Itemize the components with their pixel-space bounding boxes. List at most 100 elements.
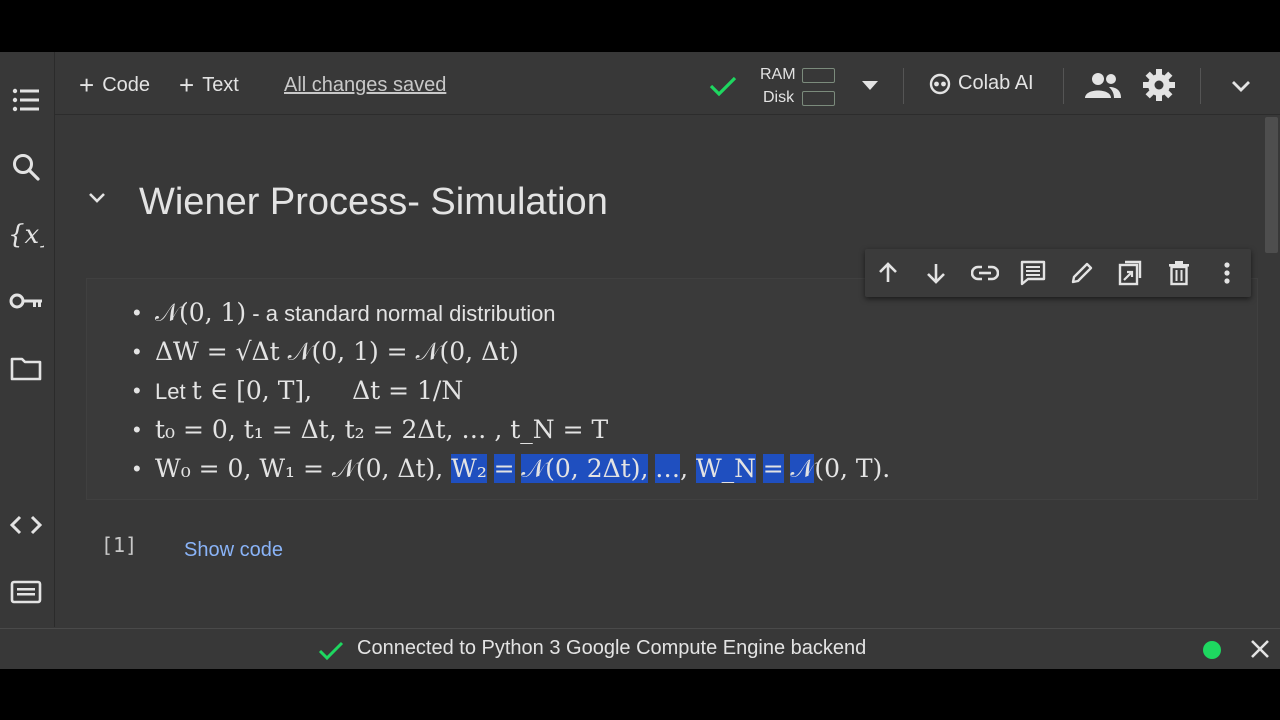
- edit-cell-button[interactable]: [1066, 257, 1098, 289]
- terminal-button[interactable]: [8, 574, 44, 610]
- math-time-domain: t ∈ [0, T],: [191, 376, 313, 405]
- colab-ai-icon: [929, 73, 951, 94]
- close-icon: [1251, 640, 1269, 658]
- ram-bar: [802, 68, 835, 83]
- variables-button[interactable]: {x}: [8, 216, 44, 252]
- files-button[interactable]: [8, 350, 44, 386]
- people-icon: [1085, 73, 1121, 98]
- disk-label: Disk: [763, 89, 795, 106]
- chevron-down-icon: [89, 193, 105, 203]
- list-item: t₀ = 0, t₁ = Δt, t₂ = 2Δt, … , t_N = T: [133, 410, 890, 449]
- save-status-link[interactable]: All changes saved: [284, 74, 446, 97]
- list-item: ΔW = √Δt 𝒩(0, 1) = 𝒩(0, Δt): [133, 332, 890, 371]
- plus-icon: +: [79, 70, 95, 100]
- left-sidebar: {x}: [0, 52, 55, 627]
- notebook-body: Wiener Process- Simulation 𝒩(0, 1) - a s…: [55, 115, 1263, 627]
- code-snippets-button[interactable]: [8, 507, 44, 543]
- check-icon: [318, 641, 344, 661]
- move-cell-down-button[interactable]: [920, 257, 952, 289]
- add-code-label: Code: [102, 73, 150, 96]
- connected-check: [708, 72, 738, 100]
- runtime-dropdown-button[interactable]: [857, 74, 883, 98]
- section-collapse-button[interactable]: [87, 191, 107, 210]
- show-code-link[interactable]: Show code: [184, 539, 283, 562]
- list-item: W₀ = 0, W₁ = 𝒩(0, Δt), W₂ = 𝒩(0, 2Δt), ……: [133, 449, 891, 488]
- bullet-text: Let: [155, 379, 192, 404]
- delete-cell-button[interactable]: [1163, 257, 1195, 289]
- colab-ai-label: Colab AI: [958, 72, 1034, 94]
- more-actions-button[interactable]: [1211, 257, 1243, 289]
- selected-text: W₂: [451, 454, 487, 483]
- disk-bar: [802, 91, 835, 106]
- notebook-scrollbar[interactable]: [1263, 115, 1280, 627]
- mirror-cell-button[interactable]: [1114, 257, 1146, 289]
- math-time-grid: t₀ = 0, t₁ = Δt, t₂ = 2Δt, … , t_N = T: [155, 415, 609, 444]
- folder-icon: [10, 357, 42, 381]
- math-separator: ,: [680, 454, 696, 483]
- chevron-down-icon: [1232, 81, 1250, 92]
- code-snippets-icon: [10, 515, 42, 535]
- section-heading: Wiener Process- Simulation: [139, 181, 608, 223]
- share-button[interactable]: [1083, 69, 1123, 101]
- mirror-cell-icon: [1118, 260, 1142, 286]
- selected-text: W_N: [695, 454, 757, 483]
- execution-count: [1]: [101, 533, 138, 557]
- list-item: 𝒩(0, 1) - a standard normal distribution: [133, 293, 890, 332]
- search-icon: [13, 154, 40, 181]
- add-text-label: Text: [202, 73, 239, 96]
- settings-button[interactable]: [1142, 68, 1176, 102]
- move-cell-up-button[interactable]: [872, 257, 904, 289]
- secrets-button[interactable]: [8, 283, 44, 319]
- pencil-icon: [1071, 262, 1093, 284]
- more-vert-icon: [1224, 262, 1230, 284]
- copy-link-button[interactable]: [969, 257, 1001, 289]
- check-icon: [709, 76, 737, 97]
- colab-ai-button[interactable]: Colab AI: [929, 72, 1034, 95]
- selected-text: 𝒩(0, 2Δt),: [521, 454, 649, 483]
- scrollbar-thumb[interactable]: [1265, 117, 1278, 253]
- bullet-list: 𝒩(0, 1) - a standard normal distribution…: [133, 293, 891, 488]
- math-normal-dist: 𝒩(0, 1): [155, 298, 247, 327]
- selected-text: 𝒩: [790, 454, 815, 483]
- notebook-toolbar: + Code + Text All changes saved RAM Disk: [55, 52, 1280, 115]
- link-icon: [971, 265, 999, 281]
- table-of-contents-button[interactable]: [8, 82, 44, 118]
- colab-window: {x}: [0, 52, 1280, 669]
- selected-text: …: [655, 454, 681, 483]
- svg-text:{x}: {x}: [8, 220, 44, 250]
- add-code-button[interactable]: + Code: [79, 72, 150, 98]
- gear-icon: [1143, 69, 1175, 101]
- math-time-step: Δt = 1/N: [352, 376, 464, 405]
- markdown-cell[interactable]: 𝒩(0, 1) - a standard normal distribution…: [86, 278, 1258, 500]
- plus-icon: +: [179, 70, 195, 100]
- resource-monitor[interactable]: RAM Disk: [760, 64, 840, 108]
- add-comment-button[interactable]: [1017, 257, 1049, 289]
- caret-down-icon: [862, 81, 878, 90]
- cell-toolbar: [865, 249, 1251, 297]
- add-text-button[interactable]: + Text: [179, 72, 239, 98]
- arrow-down-icon: [927, 264, 945, 284]
- toolbar-divider: [1063, 68, 1064, 104]
- bullet-text: - a standard normal distribution: [246, 301, 556, 326]
- status-bar: Connected to Python 3 Google Compute Eng…: [0, 628, 1280, 669]
- menu-icon: [12, 88, 39, 112]
- terminal-icon: [10, 580, 42, 604]
- comment-icon: [1020, 260, 1046, 286]
- ram-label: RAM: [760, 66, 796, 83]
- selected-text: =: [493, 454, 515, 483]
- math-increment: ΔW = √Δt 𝒩(0, 1) = 𝒩(0, Δt): [155, 337, 519, 366]
- selected-text: =: [762, 454, 784, 483]
- toolbar-divider: [1200, 68, 1201, 104]
- math-wiener-values: W₀ = 0, W₁ = 𝒩(0, Δt),: [155, 454, 452, 483]
- close-status-button[interactable]: [1248, 637, 1272, 661]
- arrow-up-icon: [879, 262, 897, 282]
- trash-icon: [1169, 261, 1189, 286]
- math-tail: (0, T).: [814, 454, 891, 483]
- search-button[interactable]: [8, 149, 44, 185]
- status-message: Connected to Python 3 Google Compute Eng…: [357, 637, 867, 659]
- collapse-header-button[interactable]: [1227, 74, 1255, 98]
- connection-indicator: [1203, 641, 1221, 659]
- toolbar-divider: [903, 68, 904, 104]
- key-icon: [9, 293, 42, 309]
- list-item: Let t ∈ [0, T], Δt = 1/N: [133, 371, 890, 410]
